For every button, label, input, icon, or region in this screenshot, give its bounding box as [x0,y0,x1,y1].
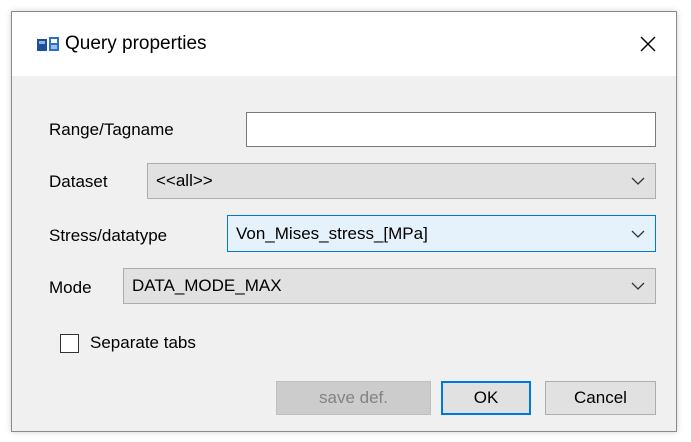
stress-datatype-select[interactable]: Von_Mises_stress_[MPa] [227,215,656,252]
dataset-label: Dataset [49,172,108,191]
stress-datatype-value: Von_Mises_stress_[MPa] [236,223,428,243]
dataset-select[interactable]: <<all>> [147,163,656,199]
chevron-down-icon [621,269,655,303]
dataset-value: <<all>> [156,171,213,190]
mode-select[interactable]: DATA_MODE_MAX [123,268,656,304]
cancel-button[interactable]: Cancel [545,381,656,415]
stress-datatype-label: Stress/datatype [49,226,168,245]
range-tagname-label: Range/Tagname [49,120,174,139]
query-properties-dialog: Query properties Range/Tagname Dataset <… [11,11,677,432]
separate-tabs-label: Separate tabs [90,333,196,352]
window-title: Query properties [65,33,207,54]
app-icon [37,37,59,53]
separate-tabs-checkbox[interactable] [60,334,79,353]
close-button[interactable] [620,12,676,76]
range-tagname-input[interactable] [246,112,656,147]
mode-value: DATA_MODE_MAX [132,276,282,295]
close-icon [640,36,656,52]
mode-label: Mode [49,278,92,297]
chevron-down-icon [621,216,655,251]
chevron-down-icon [621,164,655,198]
ok-button[interactable]: OK [441,381,531,415]
title-bar: Query properties [12,12,676,76]
range-tagname-value [247,120,253,139]
save-def-button[interactable]: save def. [276,381,431,415]
